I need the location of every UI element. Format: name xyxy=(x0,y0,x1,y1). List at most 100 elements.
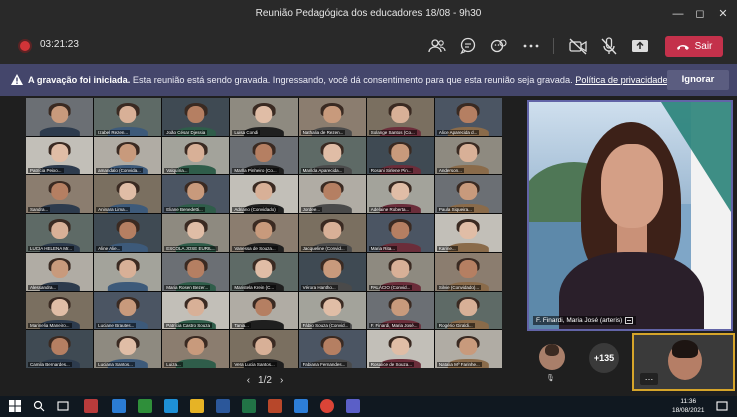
windows-taskbar: 11:36 18/08/2021 xyxy=(0,396,737,417)
participant-tile[interactable]: Jacqueline (Convid... xyxy=(298,214,366,252)
participant-tile[interactable]: ESCOLA JOSE EURIL... xyxy=(162,214,230,252)
self-view-more-icon[interactable]: … xyxy=(640,373,658,385)
participant-tile[interactable] xyxy=(26,98,94,136)
participant-tile[interactable]: Patrícia Peixo... xyxy=(26,136,94,175)
participant-tile[interactable]: Silvie (Convidado)... xyxy=(434,252,502,291)
app-icon-1[interactable] xyxy=(84,399,98,413)
participant-tile[interactable]: Solange Santos (Co... xyxy=(366,98,434,136)
windows-start-icon[interactable] xyxy=(8,399,22,413)
participant-tile[interactable]: Rosalice de Souza... xyxy=(366,330,434,368)
participant-tile[interactable]: Alessandra... xyxy=(26,252,94,291)
participant-tile[interactable]: Karine... xyxy=(434,214,502,252)
privacy-policy-link[interactable]: Política de privacidade xyxy=(575,75,667,85)
participant-name: Aninara Lima... xyxy=(96,207,131,213)
app-icon-2[interactable] xyxy=(112,399,126,413)
chat-icon[interactable] xyxy=(457,35,479,57)
camera-off-icon[interactable] xyxy=(567,35,589,57)
participant-tile[interactable]: Adriano (Convidado) xyxy=(230,175,298,214)
participant-tile[interactable]: Marlla Pinheiro (Co... xyxy=(230,136,298,175)
task-view-icon[interactable] xyxy=(56,399,70,413)
participant-tile[interactable]: Fábio Souza (Convid... xyxy=(298,291,366,330)
participant-tile[interactable]: Alice Aparecida d... xyxy=(434,98,502,136)
powerpoint-icon[interactable] xyxy=(268,399,282,413)
teams-icon[interactable] xyxy=(346,399,360,413)
participant-tile[interactable]: Marilda Aparecida... xyxy=(298,136,366,175)
participant-tile[interactable]: Nathalia de Rezen... xyxy=(298,98,366,136)
participant-tile[interactable]: Vera Lucia Santos... xyxy=(230,330,298,368)
participant-tile[interactable] xyxy=(94,252,162,291)
participant-tile[interactable]: Natalia Mº Farinhe... xyxy=(434,330,502,368)
clock-time: 11:36 xyxy=(680,398,697,405)
participant-name: Maristela Krein (C... xyxy=(232,284,277,290)
participant-tile[interactable]: Paula Siqueira... xyxy=(434,175,502,214)
dismiss-banner-button[interactable]: Ignorar xyxy=(667,70,729,90)
participant-tile[interactable]: Aninara Lima... xyxy=(94,175,162,214)
participant-tile[interactable]: Anderson... xyxy=(434,136,502,175)
participant-tile[interactable]: LUCIA HELENA Mr... xyxy=(26,214,94,252)
previous-page-icon[interactable]: ‹ xyxy=(247,375,250,386)
maximize-icon[interactable]: ◻ xyxy=(689,4,711,24)
participant-tile[interactable]: Vanessa de Souza... xyxy=(230,214,298,252)
participant-tile[interactable]: Aline Alie... xyxy=(94,214,162,252)
participant-tile[interactable]: Luiza... xyxy=(162,330,230,368)
participant-name: Alessandra... xyxy=(28,284,59,290)
participant-tile[interactable]: Jordee... xyxy=(298,175,366,214)
participant-tile[interactable]: Rosani Sirlene Pin... xyxy=(366,136,434,175)
participant-tile[interactable]: Luciana Santos... xyxy=(94,330,162,368)
participant-name: Jordee... xyxy=(300,207,323,213)
participant-tile[interactable]: Rogério Giraldi... xyxy=(434,291,502,330)
participant-tile[interactable]: João César Djessia xyxy=(162,98,230,136)
chrome-icon[interactable] xyxy=(320,399,334,413)
word-icon[interactable] xyxy=(216,399,230,413)
participant-name: Natalia Mº Farinhe... xyxy=(436,361,482,367)
more-participants-count[interactable]: +135 xyxy=(589,343,619,373)
participant-tile[interactable]: Sandra... xyxy=(26,175,94,214)
banner-text: Esta reunião está sendo gravada. Ingress… xyxy=(132,75,573,85)
participant-tile[interactable]: Eliane Benedetti... xyxy=(162,175,230,214)
participant-tile[interactable]: Marinelia Maneiro... xyxy=(26,291,94,330)
close-icon[interactable]: ✕ xyxy=(712,4,734,24)
app-icon-3[interactable] xyxy=(138,399,152,413)
participant-name: Izabel Rezen... xyxy=(96,129,131,135)
participant-name: PALÁCIO (Convid... xyxy=(368,284,413,290)
participant-tile[interactable]: Camila Bernardes... xyxy=(26,330,94,368)
participant-tile[interactable]: Tania... xyxy=(230,291,298,330)
participant-tile[interactable]: amandalo (Convida... xyxy=(94,136,162,175)
search-icon[interactable] xyxy=(32,399,46,413)
participant-tile[interactable]: Patrícia Castro Souza xyxy=(162,291,230,330)
leave-button[interactable]: Sair xyxy=(665,36,723,57)
participant-tile[interactable]: Maria Rosen Bezer... xyxy=(162,252,230,291)
notifications-icon[interactable] xyxy=(715,399,729,413)
minimize-icon[interactable]: — xyxy=(667,4,689,24)
more-icon[interactable] xyxy=(520,35,542,57)
participant-tile[interactable]: Fabiana Fernandes... xyxy=(298,330,366,368)
taskbar-clock[interactable]: 11:36 18/08/2021 xyxy=(672,397,705,415)
file-explorer-icon[interactable] xyxy=(190,399,204,413)
participant-tile[interactable]: Luciane Brautes... xyxy=(94,291,162,330)
active-speaker-video[interactable]: F. Finardi, Maria José (arteris) xyxy=(527,100,733,331)
edge-icon[interactable] xyxy=(294,399,308,413)
participant-tile[interactable]: Maristela Krein (C... xyxy=(230,252,298,291)
participant-tile[interactable]: Vérora Hantho... xyxy=(298,252,366,291)
participant-tile[interactable]: F. Finardi, Maria José... xyxy=(366,291,434,330)
participant-name: amandalo (Convida... xyxy=(96,168,143,174)
excel-icon[interactable] xyxy=(242,399,256,413)
participant-name: João César Djessia xyxy=(164,129,208,135)
meeting-toolbar: 03:21:23 Sair xyxy=(0,28,737,64)
participant-tile[interactable]: Izabel Rezen... xyxy=(94,98,162,136)
participant-tile[interactable]: Adelaine Roberta... xyxy=(366,175,434,214)
mic-off-icon[interactable] xyxy=(598,35,620,57)
participant-avatar[interactable] xyxy=(539,344,565,370)
participant-tile[interactable]: Luisa Condi xyxy=(230,98,298,136)
app-icon-4[interactable] xyxy=(164,399,178,413)
share-icon[interactable] xyxy=(629,35,651,57)
participant-tile[interactable]: Maria Rita... xyxy=(366,214,434,252)
people-icon[interactable] xyxy=(426,35,448,57)
self-view-video[interactable]: … xyxy=(632,333,735,391)
participant-name: Eliane Benedetti... xyxy=(164,207,205,213)
participant-tile[interactable]: Valquíria... xyxy=(162,136,230,175)
reactions-icon[interactable] xyxy=(488,35,510,57)
next-page-icon[interactable]: › xyxy=(280,375,283,386)
participant-tile[interactable]: PALÁCIO (Convid... xyxy=(366,252,434,291)
speaker-options-icon xyxy=(625,317,634,324)
